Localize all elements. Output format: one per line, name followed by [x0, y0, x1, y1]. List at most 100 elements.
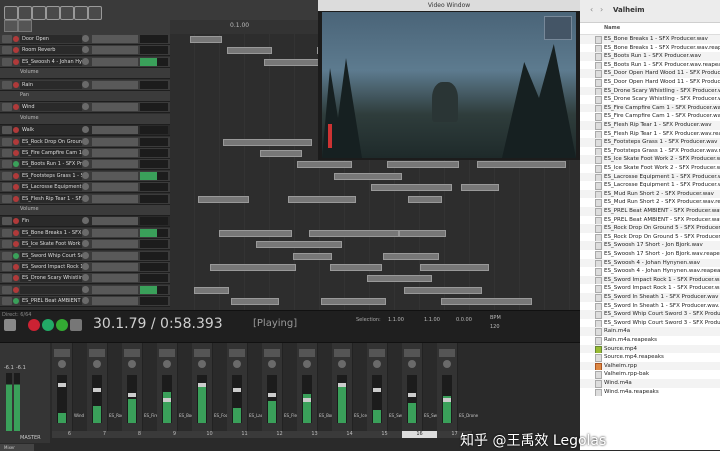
- fx-slot[interactable]: [404, 349, 420, 357]
- go-to-start-icon[interactable]: [4, 319, 16, 331]
- mixer-strip[interactable]: [437, 343, 458, 431]
- file-row[interactable]: ES_Sword Impact Rock 1 - SFX Producer.wa…: [580, 275, 720, 285]
- volume-knob-icon[interactable]: [82, 80, 89, 88]
- fx-slot[interactable]: [194, 349, 210, 357]
- volume-knob-icon[interactable]: [82, 35, 89, 42]
- file-row[interactable]: ES_Swoosh 4 - Johan Hynynen.wav.reapeaks: [580, 267, 720, 276]
- fader-cap[interactable]: [233, 388, 241, 392]
- media-item[interactable]: [408, 195, 442, 203]
- track-buttons[interactable]: [92, 297, 138, 306]
- fader-cap[interactable]: [128, 393, 136, 397]
- track-number[interactable]: [2, 137, 12, 146]
- pan-knob-icon[interactable]: [198, 360, 206, 368]
- track-name[interactable]: ES_Footsteps Grass 1 - SFX: [20, 171, 82, 180]
- volume-fader[interactable]: [337, 375, 347, 423]
- channel-number[interactable]: 12: [262, 431, 298, 438]
- record-arm-icon[interactable]: [13, 264, 19, 270]
- volume-knob-icon[interactable]: [82, 103, 89, 111]
- file-row[interactable]: Wind.m4a: [580, 379, 720, 388]
- snap-icon[interactable]: [46, 6, 60, 20]
- record-arm-icon[interactable]: [13, 229, 19, 236]
- mixer-strip[interactable]: [122, 343, 143, 431]
- mixer-strip[interactable]: [157, 343, 178, 431]
- fader-cap[interactable]: [58, 383, 66, 387]
- media-item[interactable]: [210, 264, 296, 271]
- record-button[interactable]: [28, 319, 40, 331]
- fader-cap[interactable]: [163, 398, 171, 402]
- track-number[interactable]: [2, 274, 12, 283]
- file-row[interactable]: ES_Lacrosse Equipment 1 - SFX Producer.w…: [580, 172, 720, 182]
- fader-cap[interactable]: [338, 383, 346, 387]
- selection-length[interactable]: 0.0.00: [456, 317, 472, 323]
- record-arm-icon[interactable]: [13, 127, 19, 134]
- mixer-strip[interactable]: [297, 343, 318, 431]
- track-row[interactable]: Rain: [0, 79, 170, 91]
- track-buttons[interactable]: [92, 194, 138, 203]
- file-row[interactable]: ES_Flesh Rip Tear 1 - SFX Producer.wav: [580, 121, 720, 130]
- media-item[interactable]: [461, 184, 499, 192]
- track-buttons[interactable]: [92, 35, 138, 43]
- track-number[interactable]: [2, 263, 12, 271]
- file-row[interactable]: ES_Rock Drop On Ground 5 - SFX Producer.…: [580, 224, 720, 233]
- media-item[interactable]: [420, 264, 489, 271]
- record-arm-icon[interactable]: [13, 104, 19, 111]
- record-arm-icon[interactable]: [13, 298, 19, 305]
- track-number[interactable]: [2, 251, 12, 260]
- track-name[interactable]: ES_Fire Campfire Cam 1 -: [20, 149, 82, 157]
- track-number[interactable]: [2, 80, 12, 89]
- volume-fader[interactable]: [92, 375, 102, 423]
- play-button[interactable]: [42, 319, 54, 331]
- record-arm-icon[interactable]: [13, 172, 19, 179]
- media-item[interactable]: [227, 47, 272, 55]
- volume-knob-icon[interactable]: [82, 46, 89, 54]
- mixer-strip[interactable]: [227, 343, 248, 431]
- file-row[interactable]: ES_Rock Drop On Ground 5 - SFX Producer.…: [580, 233, 720, 242]
- track-buttons[interactable]: [92, 217, 138, 226]
- track-name[interactable]: ES_Rock Drop On Ground 5: [20, 137, 82, 146]
- track-buttons[interactable]: [92, 263, 138, 271]
- volume-fader[interactable]: [302, 375, 312, 423]
- file-row[interactable]: Wind.m4a.reapeaks: [580, 388, 720, 397]
- selection-start[interactable]: 1.1.00: [388, 317, 404, 323]
- fx-slot[interactable]: [54, 349, 70, 357]
- track-number[interactable]: [2, 228, 12, 237]
- volume-fader[interactable]: [442, 375, 452, 423]
- volume-fader[interactable]: [162, 375, 172, 423]
- fx-slot[interactable]: [89, 349, 105, 357]
- repeat-button[interactable]: [56, 319, 68, 331]
- track-buttons[interactable]: [92, 251, 138, 260]
- track-number[interactable]: [2, 103, 12, 112]
- pan-knob-icon[interactable]: [408, 360, 416, 368]
- track-buttons[interactable]: [92, 80, 138, 89]
- channel-number[interactable]: 8: [122, 431, 158, 438]
- track-name[interactable]: ES_Swoosh 4 - Johan Hynn: [20, 57, 82, 66]
- fx-slot[interactable]: [159, 349, 175, 357]
- volume-knob-icon[interactable]: [82, 149, 89, 156]
- media-item[interactable]: [309, 229, 399, 237]
- file-row[interactable]: ES_Lacrosse Equipment 1 - SFX Producer.w…: [580, 181, 720, 190]
- volume-knob-icon[interactable]: [82, 263, 89, 270]
- stop-button[interactable]: [70, 319, 82, 331]
- track-row[interactable]: Volume: [0, 205, 170, 216]
- file-row[interactable]: ES_PREL Beat AMBIENT - SFX Producer.wav.…: [580, 216, 720, 225]
- track-buttons[interactable]: [92, 46, 138, 55]
- file-row[interactable]: ES_Footsteps Grass 1 - SFX Producer.wav.…: [580, 147, 720, 156]
- track-number[interactable]: [2, 297, 12, 306]
- file-row[interactable]: ES_Mud Run Short 2 - SFX Producer.wav: [580, 189, 720, 199]
- media-item[interactable]: [256, 241, 342, 249]
- track-row[interactable]: ES_Sword Impact Rock 1 - S: [0, 262, 170, 273]
- file-row[interactable]: ES_Sword In Sheath 1 - SFX Producer.wav.…: [580, 302, 720, 311]
- record-arm-icon[interactable]: [13, 252, 19, 259]
- file-row[interactable]: ES_Boots Run 1 - SFX Producer.wav: [580, 52, 720, 61]
- media-item[interactable]: [231, 298, 279, 306]
- file-row[interactable]: ES_Bone Breaks 1 - SFX Producer.wav.reap…: [580, 44, 720, 53]
- volume-knob-icon[interactable]: [82, 240, 89, 248]
- timeline-ruler[interactable]: 0.1.00: [170, 20, 318, 35]
- track-name[interactable]: [20, 285, 82, 294]
- media-item[interactable]: [297, 161, 352, 169]
- channel-number[interactable]: 7: [87, 431, 123, 438]
- media-item[interactable]: [330, 264, 382, 271]
- pan-knob-icon[interactable]: [58, 360, 66, 368]
- undo-icon[interactable]: [60, 6, 74, 20]
- pan-knob-icon[interactable]: [443, 360, 451, 368]
